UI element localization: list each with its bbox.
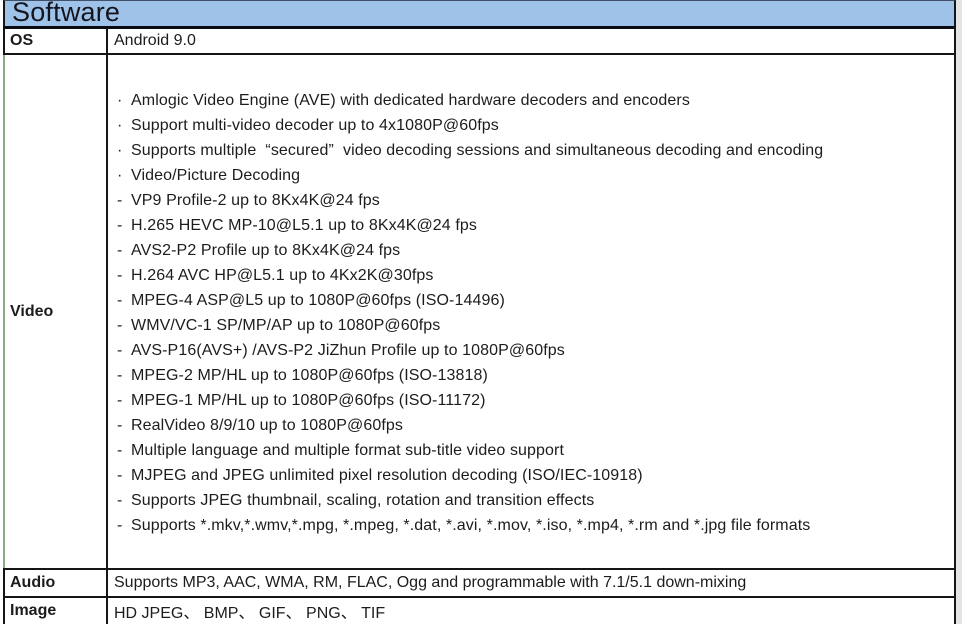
bullet-marker: - [117, 291, 123, 309]
video-line: - Supports *.mkv,*.wmv,*.mpg, *.mpeg, *.… [114, 513, 954, 538]
table-header-row: Software [3, 0, 956, 29]
bullet-marker: - [117, 516, 123, 534]
page: Software OS Android 9.0 Video · Amlogic … [0, 0, 962, 624]
bullet-marker: - [117, 416, 123, 434]
bullet-marker: · [117, 166, 123, 184]
video-line-text: H.265 HEVC MP-10@L5.1 up to 8Kx4K@24 fps [131, 216, 477, 234]
video-line-text: AVS2-P2 Profile up to 8Kx4K@24 fps [131, 241, 401, 259]
bullet-marker: - [117, 241, 123, 259]
right-gutter [956, 0, 962, 624]
video-line: · Supports multiple “secured” video deco… [114, 138, 954, 163]
video-line-text: Support multi-video decoder up to 4x1080… [131, 116, 499, 134]
bullet-marker: · [117, 116, 123, 134]
video-line: · Support multi-video decoder up to 4x10… [114, 113, 954, 138]
bullet-marker: - [117, 466, 123, 484]
video-line-text: MJPEG and JPEG unlimited pixel resolutio… [131, 466, 643, 484]
video-line-text: H.264 AVC HP@L5.1 up to 4Kx2K@30fps [131, 266, 434, 284]
bullet-marker: - [117, 366, 123, 384]
os-label: OS [3, 29, 108, 53]
video-lines: · Amlogic Video Engine (AVE) with dedica… [108, 55, 956, 568]
table-row-os: OS Android 9.0 [3, 29, 956, 55]
os-value: Android 9.0 [108, 29, 956, 53]
page-title: Software [12, 0, 121, 27]
audio-value: Supports MP3, AAC, WMA, RM, FLAC, Ogg an… [108, 570, 956, 596]
video-line-text: Multiple language and multiple format su… [131, 441, 565, 459]
video-line-text: MPEG-1 MP/HL up to 1080P@60fps (ISO-1117… [131, 391, 486, 409]
image-label: Image [3, 598, 108, 624]
bullet-marker: - [117, 391, 123, 409]
bullet-marker: - [117, 266, 123, 284]
audio-label: Audio [3, 570, 108, 596]
video-line-text: MPEG-4 ASP@L5 up to 1080P@60fps (ISO-144… [131, 291, 505, 309]
video-line: - MPEG-2 MP/HL up to 1080P@60fps (ISO-13… [114, 363, 954, 388]
video-line: - MJPEG and JPEG unlimited pixel resolut… [114, 463, 954, 488]
video-line: - RealVideo 8/9/10 up to 1080P@60fps [114, 413, 954, 438]
bullet-marker: - [117, 441, 123, 459]
bullet-marker: · [117, 141, 123, 159]
video-line: - Multiple language and multiple format … [114, 438, 954, 463]
video-line-text: RealVideo 8/9/10 up to 1080P@60fps [131, 416, 403, 434]
table-row-video: Video · Amlogic Video Engine (AVE) with … [3, 55, 956, 570]
bullet-marker: - [117, 341, 123, 359]
video-line: - H.265 HEVC MP-10@L5.1 up to 8Kx4K@24 f… [114, 213, 954, 238]
video-line: - VP9 Profile-2 up to 8Kx4K@24 fps [114, 188, 954, 213]
table-row-audio: Audio Supports MP3, AAC, WMA, RM, FLAC, … [3, 570, 956, 598]
video-line: - MPEG-1 MP/HL up to 1080P@60fps (ISO-11… [114, 388, 954, 413]
video-line-text: Supports multiple “secured” video decodi… [131, 141, 824, 159]
video-line: · Amlogic Video Engine (AVE) with dedica… [114, 88, 954, 113]
video-line-text: WMV/VC-1 SP/MP/AP up to 1080P@60fps [131, 316, 441, 334]
video-line: - AVS-P16(AVS+) /AVS-P2 JiZhun Profile u… [114, 338, 954, 363]
video-line-text: MPEG-2 MP/HL up to 1080P@60fps (ISO-1381… [131, 366, 488, 384]
table-row-image: Image HD JPEG、 BMP、 GIF、 PNG、 TIF [3, 598, 956, 624]
bullet-marker: - [117, 316, 123, 334]
video-line: - WMV/VC-1 SP/MP/AP up to 1080P@60fps [114, 313, 954, 338]
spec-table: Software OS Android 9.0 Video · Amlogic … [3, 0, 956, 624]
video-line-text: Supports JPEG thumbnail, scaling, rotati… [131, 491, 595, 509]
image-value: HD JPEG、 BMP、 GIF、 PNG、 TIF [108, 598, 956, 624]
video-line-text: Amlogic Video Engine (AVE) with dedicate… [131, 91, 690, 109]
bullet-marker: · [117, 91, 123, 109]
bullet-marker: - [117, 216, 123, 234]
video-line-text: AVS-P16(AVS+) /AVS-P2 JiZhun Profile up … [131, 341, 565, 359]
video-line: - H.264 AVC HP@L5.1 up to 4Kx2K@30fps [114, 263, 954, 288]
video-line-text: Video/Picture Decoding [131, 166, 301, 184]
video-line: - Supports JPEG thumbnail, scaling, rota… [114, 488, 954, 513]
video-line-text: VP9 Profile-2 up to 8Kx4K@24 fps [131, 191, 380, 209]
video-line-text: Supports *.mkv,*.wmv,*.mpg, *.mpeg, *.da… [131, 516, 811, 534]
bullet-marker: - [117, 491, 123, 509]
video-line: - MPEG-4 ASP@L5 up to 1080P@60fps (ISO-1… [114, 288, 954, 313]
video-line: · Video/Picture Decoding [114, 163, 954, 188]
bullet-marker: - [117, 191, 123, 209]
video-line: - AVS2-P2 Profile up to 8Kx4K@24 fps [114, 238, 954, 263]
video-label: Video [3, 55, 108, 568]
